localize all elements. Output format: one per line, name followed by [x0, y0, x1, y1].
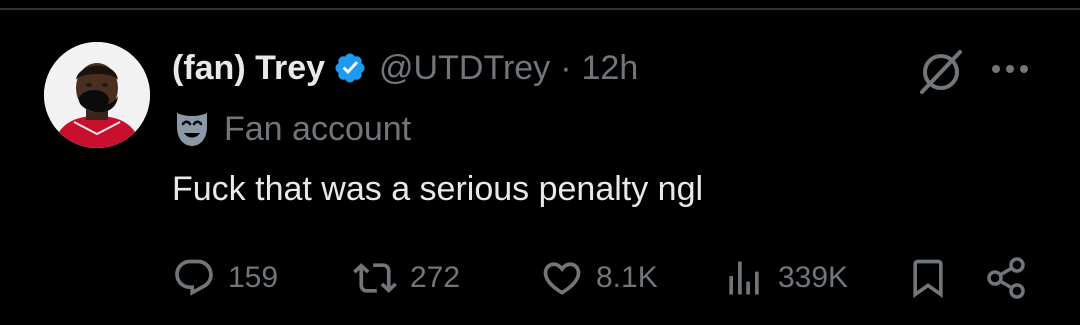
retweet-button[interactable]: 272 — [352, 250, 460, 306]
views-count: 339K — [778, 261, 849, 294]
reply-button[interactable]: 159 — [172, 250, 278, 306]
avatar-image — [44, 42, 150, 148]
affiliation-badge[interactable]: Fan account — [172, 107, 411, 151]
author-handle[interactable]: @UTDTrey — [379, 49, 550, 88]
tweet-text: Fuck that was a serious penalty ngl — [172, 170, 704, 208]
verified-badge-icon[interactable] — [333, 51, 367, 85]
timestamp[interactable]: 12h — [582, 49, 639, 88]
views-chart-icon — [729, 261, 759, 295]
top-divider — [0, 8, 1080, 10]
author-display-name[interactable]: (fan) Trey — [172, 49, 325, 88]
separator-dot: · — [560, 48, 572, 87]
heart-icon — [543, 262, 581, 295]
reply-count: 159 — [228, 261, 279, 294]
theater-mask-icon — [177, 113, 207, 146]
reply-icon — [175, 259, 213, 296]
bookmark-icon — [913, 259, 943, 299]
bookmark-button[interactable] — [906, 250, 950, 306]
retweet-count: 272 — [410, 261, 461, 294]
grok-icon[interactable] — [914, 44, 968, 98]
share-icon — [987, 257, 1025, 299]
like-button[interactable]: 8.1K — [540, 250, 658, 306]
tweet-header: (fan) Trey @UTDTrey · 12h — [172, 44, 638, 92]
affiliation-label: Fan account — [224, 109, 412, 148]
retweet-icon — [353, 263, 397, 293]
share-button[interactable] — [984, 250, 1030, 306]
like-count: 8.1K — [596, 261, 658, 294]
views-button[interactable]: 339K — [722, 250, 848, 306]
avatar[interactable] — [44, 42, 150, 148]
more-options-icon[interactable] — [988, 54, 1032, 84]
